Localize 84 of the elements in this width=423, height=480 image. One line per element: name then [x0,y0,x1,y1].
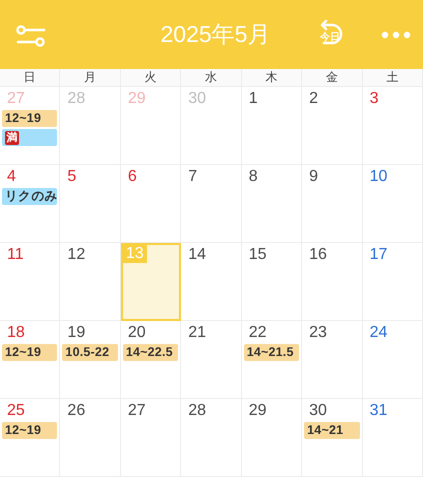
event-tag[interactable]: 14~22.5 [122,344,178,361]
event-tag[interactable]: 12~19 [2,110,58,127]
day-cell[interactable]: 25 12~19 [0,399,60,477]
day-cell[interactable]: 28 [181,399,242,477]
day-number: 3 [368,90,380,108]
day-cell[interactable]: 18 12~19 [0,321,60,399]
day-number: 6 [126,168,138,186]
day-number: 2 [308,90,320,108]
day-number: 18 [6,324,26,342]
day-cell[interactable]: 30 14~21 [302,399,363,477]
day-cell[interactable]: 7 [181,165,242,243]
day-number: 22 [248,324,268,342]
day-number: 15 [248,246,268,264]
day-number: 11 [6,246,25,264]
day-number: 21 [187,324,208,342]
day-cell[interactable]: 4 リクのみ [0,165,60,243]
day-number: 24 [368,324,388,342]
day-number: 23 [308,324,328,342]
day-number: 8 [248,168,259,186]
event-tag[interactable]: 12~19 [2,422,58,439]
day-cell[interactable]: 1 [242,87,302,165]
full-badge: 満 [5,130,19,144]
day-number: 12 [66,246,86,264]
day-number: 30 [187,90,208,108]
day-cell[interactable]: 21 [181,321,242,399]
day-number: 5 [66,168,78,186]
day-number: 4 [6,168,17,186]
weekday-label: 日 [0,69,60,86]
day-number: 29 [126,90,147,108]
weekday-label: 火 [120,69,182,86]
day-number: 14 [187,246,208,264]
event-tag[interactable]: リクのみ [2,188,58,205]
event-tag[interactable]: 10.5-22 [62,344,118,361]
day-cell[interactable]: 9 [302,165,363,243]
day-number: 31 [368,402,388,420]
sliders-icon[interactable] [16,24,46,48]
day-cell[interactable]: 17 [362,243,423,321]
day-cell[interactable]: 19 10.5-22 [60,321,121,399]
day-number: 19 [66,324,86,342]
day-cell[interactable]: 23 [302,321,363,399]
day-number: 20 [126,324,147,342]
day-cell[interactable]: 29 [242,399,302,477]
weekday-label: 金 [302,69,363,86]
day-cell[interactable]: 15 [242,243,302,321]
day-number: 13 [122,245,147,263]
day-cell[interactable]: 20 14~22.5 [120,321,182,399]
weekday-label: 水 [181,69,242,86]
day-number: 9 [308,168,320,186]
day-number: 27 [6,90,26,108]
day-cell[interactable]: 24 [362,321,423,399]
day-number: 30 [308,402,328,420]
event-tag[interactable]: 12~19 [2,344,58,361]
day-cell[interactable]: 5 [60,165,121,243]
day-cell[interactable]: 27 [120,399,182,477]
event-tag[interactable]: 14~21 [304,422,360,439]
day-number: 27 [126,402,147,420]
day-number: 16 [308,246,328,264]
day-number: 7 [187,168,198,186]
more-icon[interactable] [381,30,411,38]
event-tag[interactable]: 満 [2,129,58,146]
day-cell[interactable]: 16 [302,243,363,321]
day-cell[interactable]: 11 [0,243,60,321]
day-cell[interactable]: 14 [181,243,242,321]
day-number: 25 [6,402,26,420]
day-cell[interactable]: 31 [362,399,423,477]
event-tag[interactable]: 14~21.5 [244,344,300,361]
day-cell[interactable]: 8 [242,165,302,243]
day-cell[interactable]: 26 [60,399,121,477]
day-cell[interactable]: 10 [362,165,423,243]
day-number: 28 [66,90,86,108]
day-cell[interactable]: 22 14~21.5 [242,321,302,399]
day-cell[interactable]: 2 [302,87,363,165]
day-number: 28 [187,402,208,420]
day-number: 1 [248,90,259,108]
day-cell[interactable]: 27 12~19 満 [0,87,60,165]
day-number: 10 [368,168,388,186]
weekday-label: 月 [60,69,121,86]
day-number: 29 [248,402,268,420]
weekday-label: 土 [362,69,423,86]
weekday-label: 木 [242,69,302,86]
month-title: 2025年5月 [160,20,272,49]
day-number: 26 [66,402,86,420]
day-number: 17 [368,246,388,264]
day-cell[interactable]: 3 [362,87,423,165]
